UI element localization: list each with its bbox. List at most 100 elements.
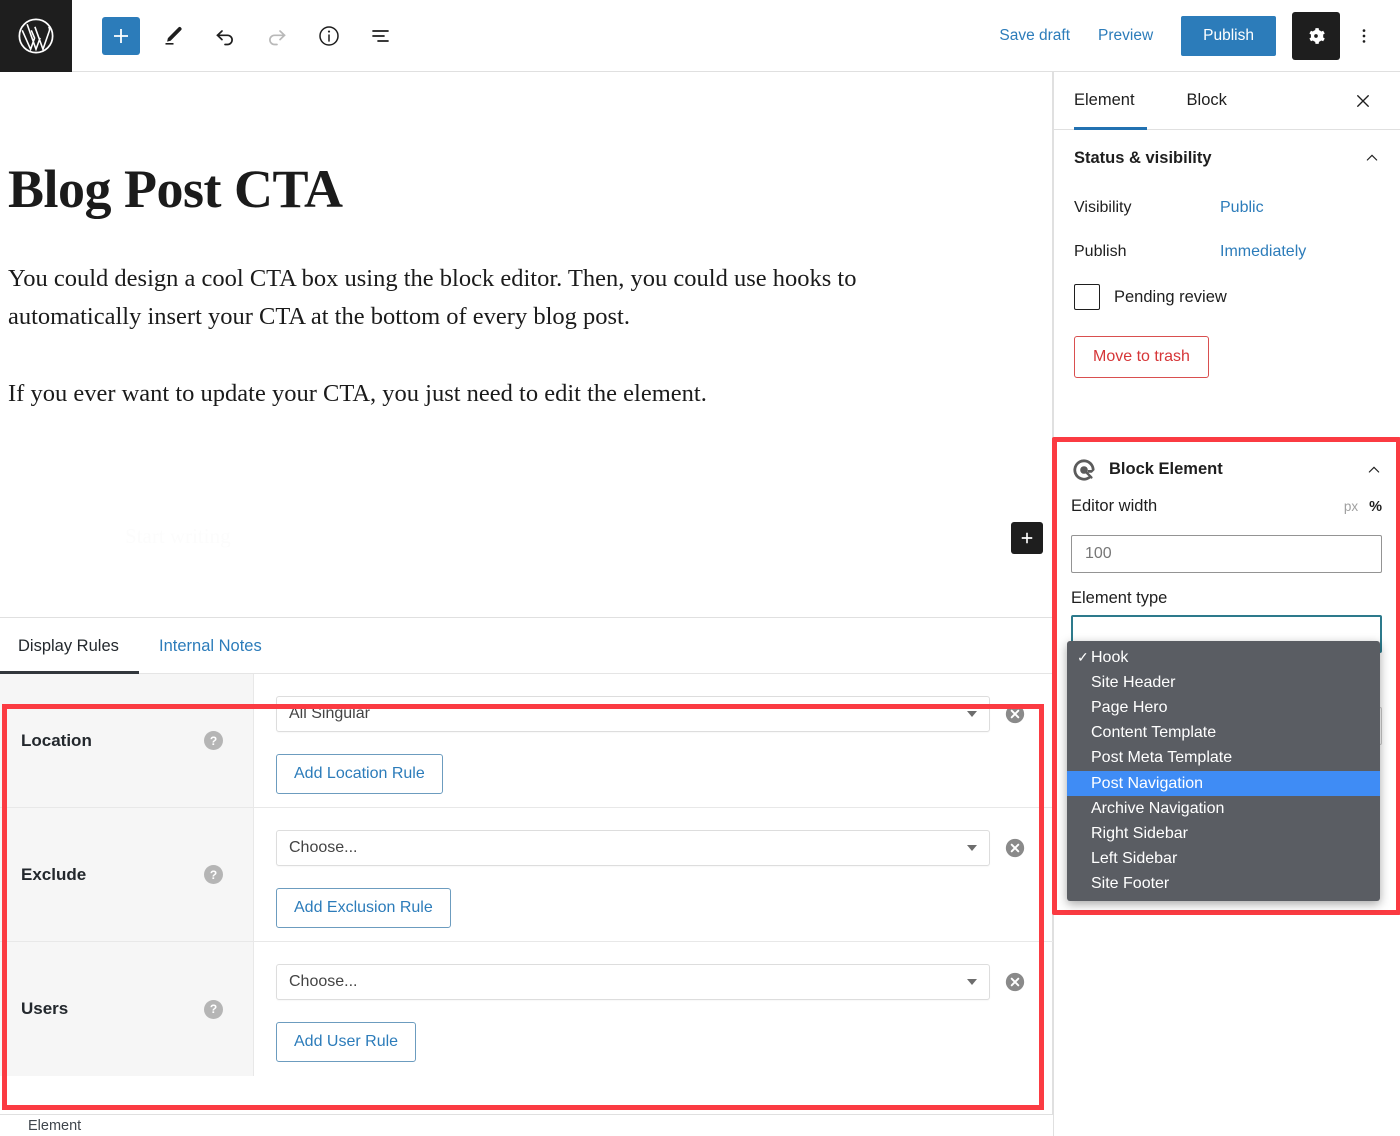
- redo-button[interactable]: [258, 17, 296, 55]
- block-element-title: Block Element: [1109, 460, 1223, 478]
- location-rule-value: All Singular: [289, 705, 370, 722]
- dropdown-option-label: Site Header: [1091, 673, 1176, 691]
- post-paragraph-1[interactable]: You could design a cool CTA box using th…: [8, 260, 938, 336]
- question-mark-icon[interactable]: ?: [204, 731, 223, 750]
- dropdown-option-page-hero[interactable]: Page Hero: [1067, 695, 1380, 720]
- chevron-down-icon: [967, 845, 977, 851]
- close-sidebar-button[interactable]: [1346, 84, 1380, 118]
- dropdown-option-label: Content Template: [1091, 724, 1217, 742]
- remove-circle-x-icon[interactable]: [1004, 837, 1026, 859]
- visibility-value-button[interactable]: Public: [1220, 199, 1264, 217]
- rule-row-location: Location ? All Singular Add Location Rul…: [0, 674, 1053, 808]
- location-rule-select[interactable]: All Singular: [276, 696, 990, 732]
- more-options-button[interactable]: [1344, 14, 1384, 58]
- editor-width-label-row: Editor width px %: [1071, 497, 1382, 531]
- rule-label-exclude: Exclude: [21, 864, 87, 884]
- dropdown-option-label: Page Hero: [1091, 698, 1168, 716]
- chevron-up-icon: [1366, 154, 1378, 161]
- dropdown-option-post-navigation[interactable]: Post Navigation: [1067, 770, 1380, 797]
- display-rules-panel: Display Rules Internal Notes Location ? …: [0, 617, 1053, 1114]
- preview-button[interactable]: Preview: [1084, 17, 1167, 55]
- publish-date-button[interactable]: Immediately: [1220, 243, 1306, 261]
- settings-sidebar: Element Block Status & visibility Visibi…: [1052, 72, 1400, 1136]
- redo-arrow-icon: [269, 29, 286, 45]
- unit-px-button[interactable]: px: [1344, 499, 1358, 514]
- move-to-trash-button[interactable]: Move to trash: [1074, 336, 1209, 378]
- toolbar-tool-group: [102, 16, 400, 55]
- dropdown-option-archive-navigation[interactable]: Archive Navigation: [1067, 796, 1380, 821]
- rule-row-users: Users ? Choose... Add User Rule: [0, 942, 1053, 1076]
- list-view-button[interactable]: [362, 17, 400, 55]
- undo-button[interactable]: [206, 17, 244, 55]
- users-rule-select[interactable]: Choose...: [276, 964, 990, 1000]
- remove-circle-x-icon[interactable]: [1004, 971, 1026, 993]
- users-rule-value: Choose...: [289, 973, 358, 990]
- rule-label-cell: Location ?: [0, 674, 254, 807]
- visibility-row: Visibility Public: [1054, 186, 1400, 230]
- tab-block[interactable]: Block: [1175, 72, 1239, 130]
- block-inserter-button[interactable]: [102, 16, 140, 55]
- save-draft-button[interactable]: Save draft: [985, 17, 1084, 55]
- wordpress-logo-icon[interactable]: [0, 0, 72, 72]
- dropdown-option-left-sidebar[interactable]: Left Sidebar: [1067, 847, 1380, 872]
- visibility-label: Visibility: [1074, 199, 1132, 216]
- display-rules-tabs: Display Rules Internal Notes: [0, 618, 1052, 674]
- dropdown-option-label: Post Navigation: [1091, 774, 1204, 792]
- tab-element[interactable]: Element: [1074, 72, 1147, 130]
- rule-select-line: All Singular: [276, 696, 1053, 732]
- element-type-label: Element type: [1071, 589, 1168, 607]
- remove-circle-x-icon[interactable]: [1004, 703, 1026, 725]
- question-mark-icon[interactable]: ?: [204, 999, 223, 1019]
- status-visibility-section-header[interactable]: Status & visibility: [1054, 130, 1400, 186]
- gear-icon: [1309, 27, 1325, 44]
- rule-label-location: Location: [21, 730, 92, 750]
- editor-canvas[interactable]: Blog Post CTA You could design a cool CT…: [0, 72, 1053, 617]
- rule-row-exclude: Exclude ? Choose... Add Exclusion Rule: [0, 808, 1053, 942]
- chevron-down-icon: [967, 711, 977, 717]
- dropdown-option-content-template[interactable]: Content Template: [1067, 721, 1380, 746]
- element-type-dropdown-list[interactable]: ✓ Hook Site Header Page Hero Content Tem…: [1067, 641, 1380, 901]
- rule-label-cell: Users ?: [0, 942, 254, 1076]
- block-element-header[interactable]: Block Element: [1057, 442, 1396, 497]
- inline-block-inserter-button[interactable]: [1011, 522, 1043, 554]
- editor-width-input[interactable]: [1071, 535, 1382, 573]
- dropdown-option-post-meta-template[interactable]: Post Meta Template: [1067, 746, 1380, 771]
- chevron-up-icon[interactable]: [1366, 462, 1382, 478]
- sidebar-tabs: Element Block: [1054, 72, 1400, 130]
- editor-status-bar: Element: [0, 1114, 1053, 1136]
- dropdown-option-label: Hook: [1091, 648, 1129, 666]
- pencil-icon: [165, 26, 182, 45]
- dropdown-option-right-sidebar[interactable]: Right Sidebar: [1067, 821, 1380, 846]
- add-exclusion-rule-button[interactable]: Add Exclusion Rule: [276, 888, 451, 928]
- settings-button[interactable]: [1292, 11, 1340, 60]
- dropdown-option-label: Post Meta Template: [1091, 749, 1233, 767]
- tab-internal-notes[interactable]: Internal Notes: [159, 618, 262, 674]
- tools-button[interactable]: [154, 17, 192, 55]
- exclude-rule-value: Choose...: [289, 839, 358, 856]
- post-paragraph-2[interactable]: If you ever want to update your CTA, you…: [8, 375, 938, 413]
- rule-body: All Singular Add Location Rule: [254, 674, 1053, 807]
- rule-body: Choose... Add User Rule: [254, 942, 1053, 1076]
- dropdown-option-site-header[interactable]: Site Header: [1067, 670, 1380, 695]
- pending-review-label[interactable]: Pending review: [1114, 288, 1227, 307]
- question-mark-icon[interactable]: ?: [204, 865, 223, 884]
- add-user-rule-button[interactable]: Add User Rule: [276, 1022, 417, 1062]
- add-location-rule-button[interactable]: Add Location Rule: [276, 754, 443, 794]
- unit-percent-button[interactable]: %: [1369, 499, 1382, 515]
- status-bar-label: Element: [28, 1117, 82, 1134]
- post-title[interactable]: Blog Post CTA: [8, 158, 343, 220]
- rule-label-cell: Exclude ?: [0, 808, 254, 941]
- editor-width-label: Editor width: [1071, 497, 1158, 515]
- rule-select-line: Choose...: [276, 830, 1053, 866]
- tab-display-rules[interactable]: Display Rules: [0, 618, 139, 674]
- publish-button[interactable]: Publish: [1181, 15, 1276, 56]
- dropdown-option-label: Left Sidebar: [1091, 850, 1178, 868]
- details-button[interactable]: [310, 17, 348, 55]
- chevron-down-icon: [967, 979, 977, 985]
- dropdown-option-site-footer[interactable]: Site Footer: [1067, 872, 1380, 897]
- dropdown-option-hook[interactable]: ✓ Hook: [1067, 645, 1380, 670]
- pending-review-row: Pending review: [1054, 274, 1400, 320]
- exclude-rule-select[interactable]: Choose...: [276, 830, 990, 866]
- pending-review-checkbox[interactable]: [1074, 284, 1100, 310]
- undo-arrow-icon: [216, 29, 233, 45]
